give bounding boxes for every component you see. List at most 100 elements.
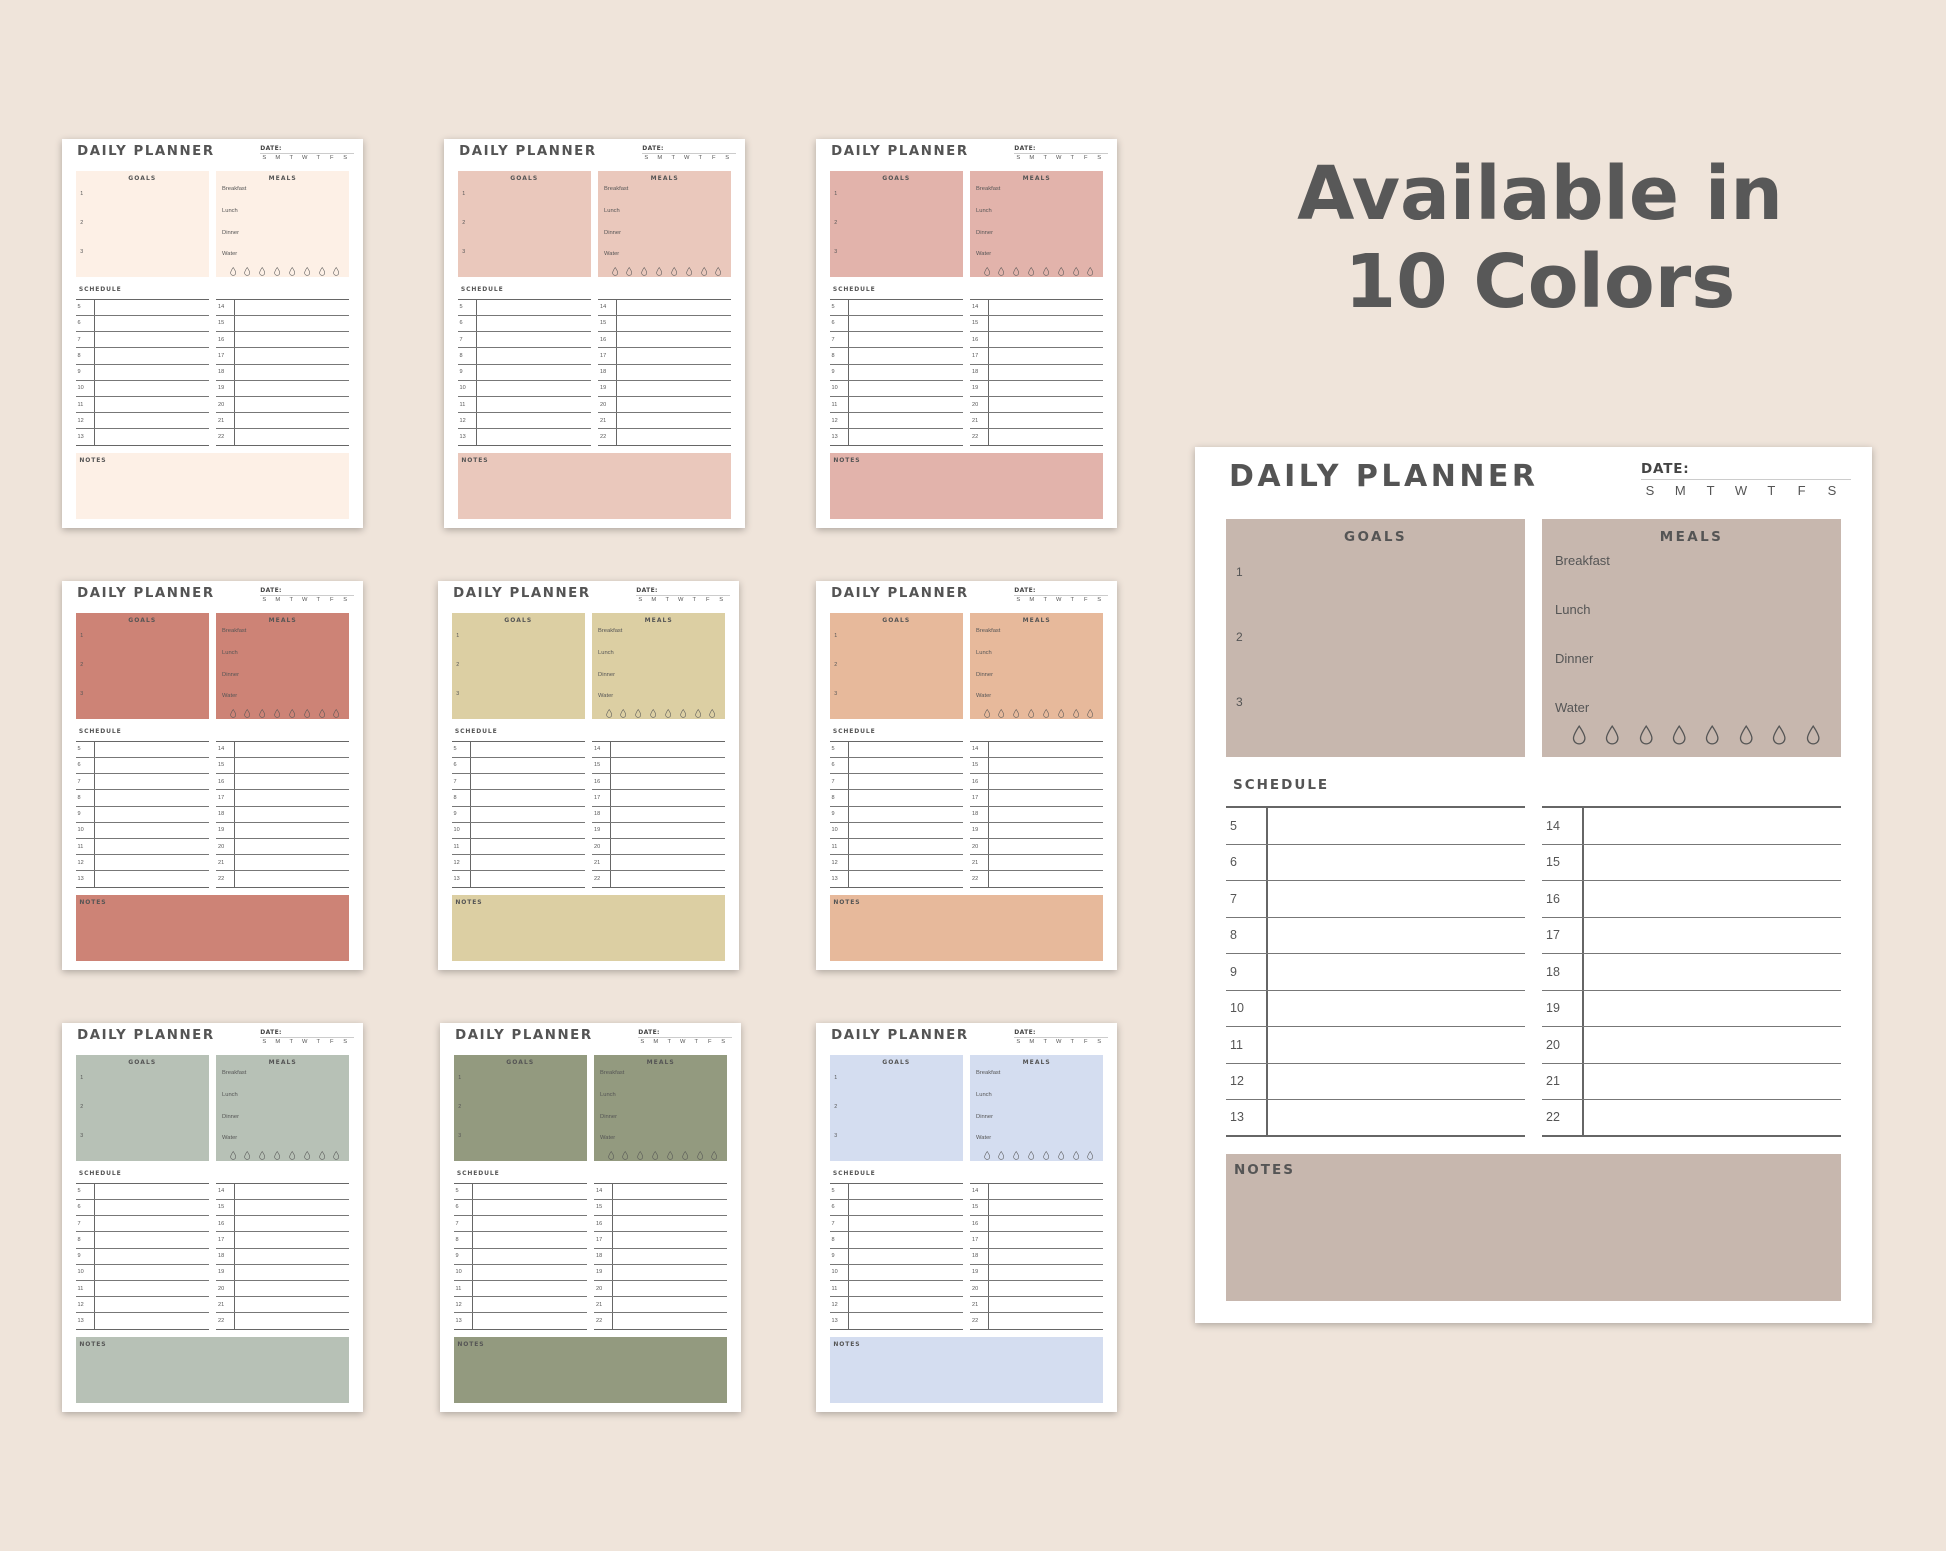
schedule-row[interactable]: 14	[216, 1184, 350, 1200]
weekday-2[interactable]: M	[275, 155, 281, 161]
weekday-5[interactable]: T	[691, 597, 697, 603]
water-drop-icon[interactable]	[1639, 725, 1653, 750]
schedule-row[interactable]: 19	[216, 823, 350, 839]
schedule-row[interactable]: 22	[594, 1313, 728, 1330]
weekday-3[interactable]: T	[288, 597, 294, 603]
weekday-3[interactable]: T	[1042, 1039, 1048, 1045]
schedule-row[interactable]: 13	[829, 871, 963, 888]
schedule-row[interactable]: 13	[829, 429, 963, 446]
schedule-row[interactable]: 14	[592, 742, 726, 758]
schedule-row[interactable]: 7	[453, 1216, 587, 1233]
schedule-row[interactable]: 8	[1226, 918, 1525, 954]
schedule-row[interactable]: 15	[598, 316, 732, 333]
water-drop-icon[interactable]	[318, 705, 325, 723]
schedule-row[interactable]: 18	[970, 365, 1104, 381]
schedule-row[interactable]: 18	[216, 1249, 350, 1265]
schedule-row[interactable]: 13	[457, 429, 591, 446]
schedule-row[interactable]: 16	[592, 774, 726, 791]
water-drop-icon[interactable]	[709, 705, 716, 723]
weekday-2[interactable]: M	[657, 155, 663, 161]
schedule-row[interactable]: 19	[216, 381, 350, 397]
water-drop-icon[interactable]	[1772, 725, 1786, 750]
water-drop-icon[interactable]	[1043, 263, 1049, 281]
water-drop-icon[interactable]	[304, 705, 310, 723]
weekday-5[interactable]: T	[315, 597, 321, 603]
schedule-row[interactable]: 7	[451, 774, 585, 791]
schedule-row[interactable]: 21	[216, 855, 350, 872]
water-drop-icon[interactable]	[1013, 263, 1020, 281]
schedule-row[interactable]: 21	[970, 855, 1104, 872]
schedule-row[interactable]: 20	[1542, 1027, 1841, 1064]
schedule-row[interactable]: 9	[1226, 954, 1525, 991]
water-drop-icon[interactable]	[304, 263, 310, 281]
water-drop-icon[interactable]	[229, 1147, 236, 1165]
schedule-row[interactable]: 21	[970, 413, 1104, 430]
weekday-selector[interactable]: SMTWTFS	[261, 597, 348, 603]
water-drop-icon[interactable]	[1806, 725, 1820, 750]
schedule-row[interactable]: 16	[970, 1216, 1104, 1233]
weekday-7[interactable]: S	[342, 597, 348, 603]
weekday-4[interactable]: W	[1056, 1039, 1062, 1045]
weekday-selector[interactable]: SMTWTFS	[1015, 1039, 1102, 1045]
water-drop-icon[interactable]	[289, 1147, 295, 1165]
weekday-5[interactable]: T	[1069, 1039, 1075, 1045]
water-drop-icon[interactable]	[686, 263, 692, 281]
schedule-row[interactable]: 5	[1226, 808, 1525, 845]
water-drop-icon[interactable]	[1672, 725, 1686, 750]
schedule-row[interactable]: 7	[75, 332, 209, 349]
weekday-6[interactable]: F	[711, 155, 717, 161]
schedule-row[interactable]: 10	[451, 823, 585, 839]
weekday-1[interactable]: S	[637, 597, 643, 603]
schedule-row[interactable]: 18	[594, 1249, 728, 1265]
water-drop-icon[interactable]	[611, 263, 618, 281]
weekday-3[interactable]: T	[1704, 483, 1718, 498]
schedule-row[interactable]: 12	[457, 413, 591, 430]
schedule-row[interactable]: 17	[594, 1232, 728, 1249]
water-tracker[interactable]	[607, 1147, 718, 1165]
weekday-3[interactable]: T	[288, 1039, 294, 1045]
schedule-row[interactable]: 7	[829, 774, 963, 791]
weekday-2[interactable]: M	[1673, 483, 1687, 498]
weekday-7[interactable]: S	[1096, 155, 1102, 161]
schedule-row[interactable]: 9	[457, 365, 591, 381]
weekday-5[interactable]: T	[1069, 597, 1075, 603]
schedule-row[interactable]: 19	[216, 1265, 350, 1281]
water-drop-icon[interactable]	[259, 1147, 266, 1165]
weekday-4[interactable]: W	[1056, 155, 1062, 161]
weekday-5[interactable]: T	[1069, 155, 1075, 161]
weekday-4[interactable]: W	[678, 597, 684, 603]
water-tracker[interactable]	[1572, 725, 1820, 750]
schedule-row[interactable]: 13	[829, 1313, 963, 1330]
water-drop-icon[interactable]	[259, 263, 266, 281]
schedule-row[interactable]: 11	[457, 397, 591, 414]
schedule-row[interactable]: 11	[75, 839, 209, 856]
schedule-row[interactable]: 13	[75, 871, 209, 888]
schedule-row[interactable]: 18	[970, 807, 1104, 823]
schedule-row[interactable]: 15	[594, 1200, 728, 1217]
notes-box[interactable]: NOTES	[451, 895, 726, 961]
schedule-row[interactable]: 10	[829, 823, 963, 839]
schedule-row[interactable]: 9	[75, 1249, 209, 1265]
weekday-1[interactable]: S	[261, 155, 267, 161]
weekday-6[interactable]: F	[329, 597, 335, 603]
schedule-row[interactable]: 9	[451, 807, 585, 823]
weekday-2[interactable]: M	[275, 597, 281, 603]
schedule-row[interactable]: 6	[457, 316, 591, 333]
water-drop-icon[interactable]	[641, 263, 648, 281]
weekday-2[interactable]: M	[275, 1039, 281, 1045]
schedule-row[interactable]: 6	[75, 758, 209, 775]
water-drop-icon[interactable]	[1087, 1147, 1094, 1165]
notes-box[interactable]: NOTES	[457, 453, 732, 519]
weekday-5[interactable]: T	[1764, 483, 1778, 498]
schedule-row[interactable]: 5	[829, 742, 963, 758]
schedule-row[interactable]: 14	[598, 300, 732, 316]
schedule-row[interactable]: 10	[829, 1265, 963, 1281]
water-drop-icon[interactable]	[1072, 705, 1079, 723]
water-drop-icon[interactable]	[1043, 1147, 1049, 1165]
notes-box[interactable]: NOTES	[829, 895, 1104, 961]
water-tracker[interactable]	[229, 263, 340, 281]
weekday-6[interactable]: F	[1795, 483, 1809, 498]
water-drop-icon[interactable]	[304, 1147, 310, 1165]
weekday-2[interactable]: M	[1029, 155, 1035, 161]
schedule-row[interactable]: 14	[970, 1184, 1104, 1200]
